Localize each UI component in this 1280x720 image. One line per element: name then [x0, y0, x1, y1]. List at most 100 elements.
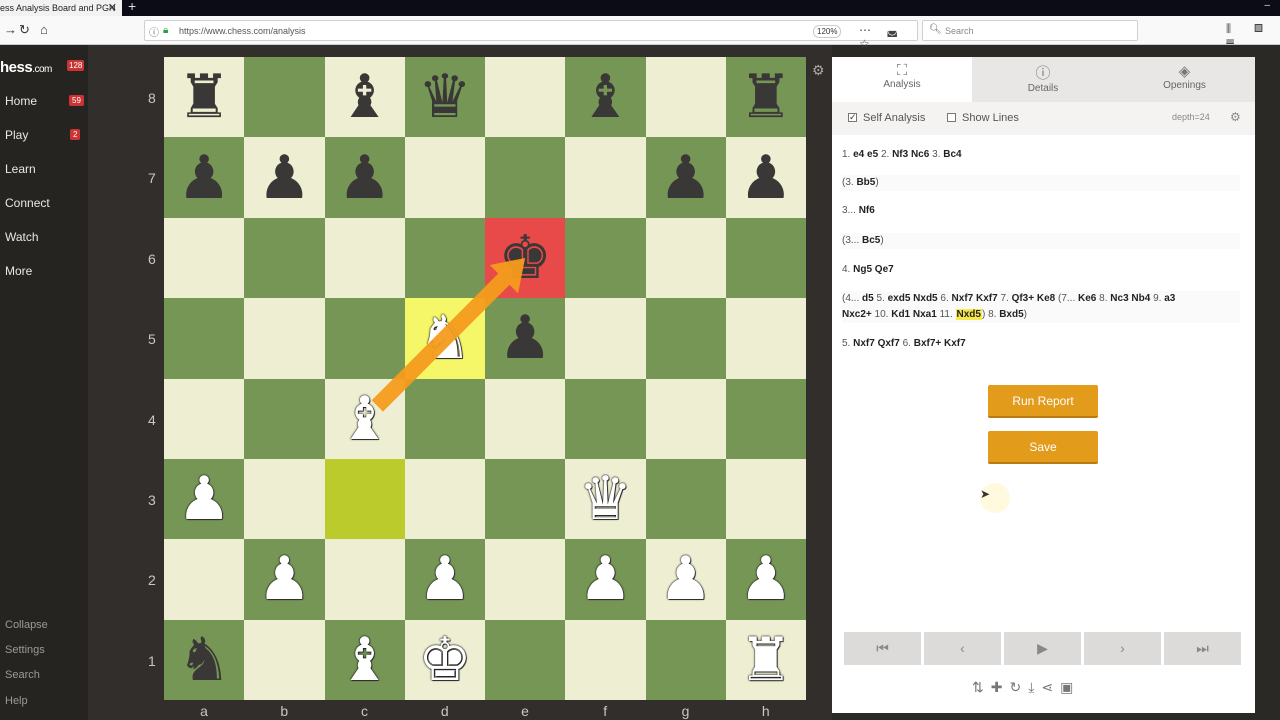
square-b2[interactable]: ♟ [244, 539, 325, 620]
new-tab-icon[interactable]: + [128, 0, 136, 14]
black-piece[interactable]: ♞ [164, 620, 244, 700]
square-e5[interactable]: ♟ [485, 298, 566, 379]
square-d5[interactable]: ♞ [404, 298, 485, 379]
square-f3[interactable]: ♛ [565, 458, 646, 540]
square-c3[interactable] [324, 458, 405, 540]
sidebar-item-watch[interactable]: Watch [5, 230, 39, 244]
sidebar-item-home[interactable]: Home [5, 94, 37, 108]
move-list-scrollbar[interactable] [1243, 147, 1249, 367]
square-a2[interactable] [164, 539, 245, 620]
square-h6[interactable] [725, 217, 806, 299]
white-piece[interactable]: ♟ [405, 539, 485, 619]
white-piece[interactable]: ♜ [726, 620, 806, 700]
square-b1[interactable] [244, 619, 325, 700]
square-f7[interactable] [565, 137, 646, 218]
square-c6[interactable] [324, 217, 405, 299]
white-piece[interactable]: ♞ [405, 298, 485, 378]
square-b8[interactable] [244, 57, 325, 138]
variation-line[interactable]: (3... Bc5) [842, 233, 1240, 249]
move-line[interactable]: 3... Nf6 [842, 203, 1240, 219]
white-piece[interactable]: ♟ [646, 539, 726, 619]
reload-icon[interactable]: ↻ [19, 22, 30, 38]
sidebar-collapse[interactable]: Collapse [5, 619, 48, 631]
black-piece[interactable]: ♟ [726, 137, 806, 217]
sidebar-item-connect[interactable]: Connect [5, 196, 50, 210]
square-d6[interactable] [404, 217, 485, 299]
engine-settings-gear-icon[interactable]: ⚙ [1230, 110, 1241, 124]
square-f8[interactable]: ♝ [565, 57, 646, 138]
white-piece[interactable]: ♟ [164, 459, 244, 539]
square-b6[interactable] [244, 217, 325, 299]
black-piece[interactable]: ♟ [646, 137, 726, 217]
add-icon[interactable]: ✚ [991, 679, 1010, 695]
square-h8[interactable]: ♜ [725, 57, 806, 138]
first-move-button[interactable]: ⏮ [844, 632, 921, 665]
square-e1[interactable] [485, 619, 566, 700]
square-g4[interactable] [645, 378, 726, 459]
square-d8[interactable]: ♛ [404, 57, 485, 138]
square-h4[interactable] [725, 378, 806, 459]
variation-line[interactable]: (3. Bb5) [842, 175, 1240, 191]
square-c5[interactable] [324, 298, 405, 379]
black-piece[interactable]: ♟ [244, 137, 324, 217]
square-h1[interactable]: ♜ [725, 619, 806, 700]
black-piece[interactable]: ♚ [485, 218, 565, 298]
tab-analysis[interactable]: ⛶ Analysis [832, 57, 972, 102]
square-e7[interactable] [485, 137, 566, 218]
square-h3[interactable] [725, 458, 806, 540]
square-g8[interactable] [645, 57, 726, 138]
black-piece[interactable]: ♜ [726, 57, 806, 137]
square-c7[interactable]: ♟ [324, 137, 405, 218]
chess-board[interactable]: ♜ ♝ ♛ ♝ ♜ ♟ ♟ ♟ ♟ ♟ ♚ ♞ ♟ ♝ ♟ ♛ ♟ ♟ ♟ ♟ ♟ ♞ ♝ ♚ ♜ [164, 57, 806, 700]
square-e3[interactable] [485, 458, 566, 540]
square-a6[interactable] [164, 217, 245, 299]
square-g6[interactable] [645, 217, 726, 299]
previous-move-button[interactable]: ‹ [924, 632, 1001, 665]
square-c8[interactable]: ♝ [324, 57, 405, 138]
square-g2[interactable]: ♟ [645, 539, 726, 620]
square-f1[interactable] [565, 619, 646, 700]
sidebar-item-learn[interactable]: Learn [5, 162, 36, 176]
variation-line[interactable]: (4... d5 5. exd5 Nxd5 6. Nxf7 Kxf7 7. Qf… [842, 291, 1240, 323]
library-icon[interactable]: ⫼ ▤ ☰ [1226, 23, 1280, 49]
square-e8[interactable] [485, 57, 566, 138]
square-c2[interactable] [324, 539, 405, 620]
url-bar[interactable]: ⓘ 🔒︎ https://www.chess.com/analysis 120%… [144, 20, 918, 51]
square-e2[interactable] [485, 539, 566, 620]
white-piece[interactable]: ♛ [565, 459, 645, 539]
black-piece[interactable]: ♝ [325, 57, 405, 137]
flip-board-icon[interactable]: ⇅ [972, 679, 991, 695]
square-a5[interactable] [164, 298, 245, 379]
square-b7[interactable]: ♟ [244, 137, 325, 218]
square-f4[interactable] [565, 378, 646, 459]
board-image-icon[interactable]: ▣ [1060, 679, 1080, 695]
last-move-button[interactable]: ⏭ [1164, 632, 1241, 665]
page-actions-icon[interactable]: ⋯ ◛ ☆ [859, 23, 917, 51]
sidebar-help[interactable]: Help [5, 695, 28, 707]
square-d7[interactable] [404, 137, 485, 218]
square-b4[interactable] [244, 378, 325, 459]
square-h2[interactable]: ♟ [725, 539, 806, 620]
white-piece[interactable]: ♟ [565, 539, 645, 619]
share-icon[interactable]: ⋖ [1041, 679, 1060, 695]
white-piece[interactable]: ♝ [325, 379, 405, 459]
square-b3[interactable] [244, 458, 325, 540]
board-settings-gear-icon[interactable]: ⚙ [812, 62, 825, 79]
black-piece[interactable]: ♜ [164, 57, 244, 137]
run-report-button[interactable]: Run Report [988, 385, 1098, 418]
move-line[interactable]: 1. e4 e5 2. Nf3 Nc6 3. Bc4 [842, 147, 1240, 163]
square-g7[interactable]: ♟ [645, 137, 726, 218]
play-button[interactable]: ▶ [1004, 632, 1081, 665]
save-button[interactable]: Save [988, 431, 1098, 464]
close-tab-icon[interactable]: ✕ [108, 1, 117, 14]
browser-search-input[interactable]: 🔍︎ Search [922, 20, 1138, 41]
sidebar-settings[interactable]: Settings [5, 644, 45, 656]
white-piece[interactable]: ♝ [325, 620, 405, 700]
current-move-highlight[interactable]: Nxd5 [955, 309, 982, 320]
download-icon[interactable]: ⤓ [1028, 679, 1041, 695]
tab-openings[interactable]: ◈ Openings [1114, 57, 1255, 102]
square-e6[interactable]: ♚ [485, 217, 566, 299]
square-d1[interactable]: ♚ [404, 619, 485, 700]
chess-logo[interactable]: hess.com [0, 59, 52, 76]
white-piece[interactable]: ♟ [244, 539, 324, 619]
